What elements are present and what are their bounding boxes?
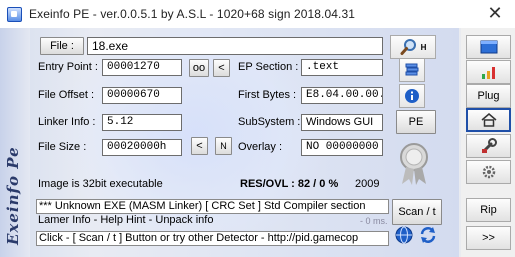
file-size-field[interactable]: 00020000h (102, 139, 182, 156)
image-type-text: Image is 32bit executable (38, 178, 163, 190)
linker-info-field[interactable]: 5.12 (102, 114, 182, 131)
linker-info-label: Linker Info : (38, 116, 96, 128)
file-button[interactable]: File : (40, 37, 84, 55)
web-button[interactable] (394, 225, 414, 245)
search-button[interactable]: H (390, 35, 436, 59)
app-icon (7, 7, 22, 22)
entry-point-label: Entry Point : (38, 61, 98, 73)
sections-button[interactable] (399, 58, 425, 82)
magnifier-icon (400, 39, 416, 55)
search-h-label: H (420, 42, 427, 52)
file-size-n-button[interactable]: N (215, 137, 232, 155)
info-icon (405, 89, 419, 103)
home-icon (481, 113, 496, 127)
res-ovl-text: RES/OVL : 82 / 0 % (240, 178, 339, 190)
ep-section-label: EP Section : (238, 61, 299, 73)
lamer-info-line[interactable]: Lamer Info - Help Hint - Unpack info (36, 214, 389, 229)
hint-line[interactable]: Click - [ Scan / t ] Button or try other… (36, 231, 389, 246)
ep-section-field[interactable]: .text (301, 59, 383, 76)
close-button[interactable]: ✕ (482, 2, 508, 24)
title-bar: Exeinfo PE - ver.0.0.5.1 by A.S.L - 1020… (0, 0, 515, 28)
side-logo: Exeinfo Pe (4, 146, 22, 245)
medal-icon (400, 143, 428, 185)
refresh-button[interactable] (418, 225, 438, 245)
globe-icon (395, 226, 413, 244)
signal-bars-icon (481, 67, 495, 79)
file-offset-field[interactable]: 00000670 (102, 87, 182, 104)
first-bytes-field[interactable]: E8.04.00.00.00 (301, 87, 383, 104)
plug-button[interactable]: Plug (466, 84, 511, 108)
first-bytes-label: First Bytes : (238, 89, 297, 101)
open-folder-button[interactable] (466, 35, 511, 59)
window-title: Exeinfo PE - ver.0.0.5.1 by A.S.L - 1020… (29, 7, 356, 21)
stats-button[interactable] (466, 60, 511, 84)
rip-button[interactable]: Rip (466, 198, 511, 222)
entry-point-back-button[interactable]: < (213, 59, 230, 77)
scan-button[interactable]: Scan / t (392, 199, 442, 225)
settings-button[interactable] (466, 160, 511, 184)
file-name-field[interactable]: 18.exe (87, 37, 383, 55)
refresh-icon (420, 227, 436, 243)
entry-point-field[interactable]: 00001270 (102, 59, 182, 76)
overlay-field[interactable]: NO 00000000 (301, 139, 383, 156)
subsystem-field[interactable]: Windows GUI (301, 114, 383, 131)
stack-icon (405, 63, 419, 76)
overlay-label: Overlay : (238, 141, 283, 153)
year-text: 2009 (355, 178, 380, 190)
window-icon (480, 40, 497, 54)
scan-time-hint: - 0 ms. (360, 216, 388, 226)
tools-button[interactable] (466, 134, 511, 158)
home-button[interactable] (466, 108, 511, 132)
wrench-icon (481, 138, 497, 153)
detection-result-line[interactable]: *** Unknown EXE (MASM Linker) [ CRC Set … (36, 199, 389, 214)
info-button[interactable] (399, 84, 425, 108)
subsystem-label: SubSystem : (238, 116, 301, 128)
next-button[interactable]: >> (466, 226, 511, 250)
pe-button[interactable]: PE (396, 110, 436, 134)
entry-point-oo-button[interactable]: oo (189, 59, 209, 77)
file-size-back-button[interactable]: < (191, 137, 208, 155)
file-size-label: File Size : (38, 141, 87, 153)
gear-icon (482, 165, 495, 179)
file-offset-label: File Offset : (38, 89, 95, 101)
